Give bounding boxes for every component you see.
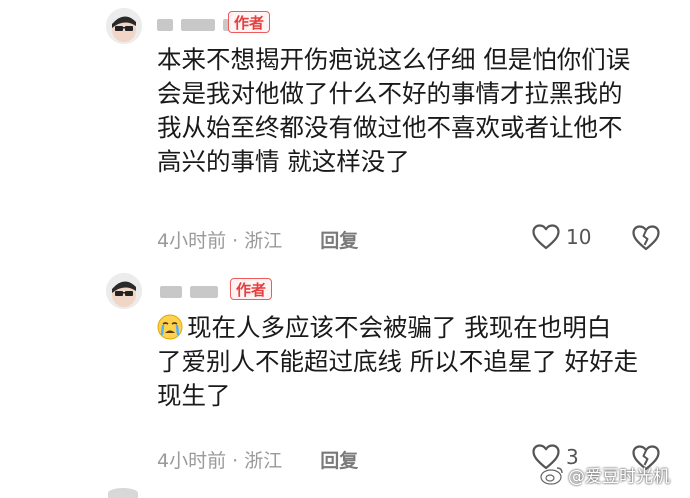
- comment-line: 现生了: [157, 381, 231, 410]
- comment-line: 会是我对他做了什么不好的事情才拉黑我的: [157, 79, 623, 108]
- avatar[interactable]: [106, 273, 142, 309]
- comment-meta: 4小时前 · 浙江 回复: [157, 226, 358, 253]
- comment-text: 本来不想揭开伤疤说这么仔细 但是怕你们误 会是我对他做了什么不好的事情才拉黑我的…: [157, 43, 677, 179]
- reply-button[interactable]: 回复: [320, 226, 358, 253]
- comment-line: 本来不想揭开伤疤说这么仔细 但是怕你们误: [157, 45, 631, 74]
- weibo-icon: [540, 466, 563, 485]
- comment-item: 作者 现在人多应该不会被骗了 我现在也明白 了爱别人不能超过底线 所以不追星了 …: [0, 262, 690, 493]
- author-badge: 作者: [228, 11, 271, 33]
- comment-meta: 4小时前 · 浙江 回复: [157, 446, 358, 473]
- comment-item: 作者 本来不想揭开伤疤说这么仔细 但是怕你们误 会是我对他做了什么不好的事情才拉…: [0, 0, 690, 262]
- dislike-button[interactable]: [632, 225, 660, 255]
- comment-text: 现在人多应该不会被骗了 我现在也明白 了爱别人不能超过底线 所以不追星了 好好走…: [157, 311, 677, 413]
- avatar-image: [106, 273, 142, 309]
- reply-button[interactable]: 回复: [320, 446, 358, 473]
- like-button[interactable]: 10: [532, 224, 591, 250]
- comment-line: 我从始至终都没有做过他不喜欢或者让他不: [157, 113, 623, 142]
- username-redacted[interactable]: [157, 18, 235, 32]
- avatar[interactable]: [108, 488, 138, 498]
- comment-line: 现在人多应该不会被骗了 我现在也明白: [157, 311, 677, 345]
- author-badge: 作者: [230, 278, 273, 300]
- time-location: 4小时前 · 浙江: [157, 450, 283, 472]
- time-location: 4小时前 · 浙江: [157, 230, 283, 252]
- crying-face-icon: [157, 314, 183, 340]
- like-count: 10: [566, 225, 592, 249]
- watermark: @爱豆时光机: [540, 462, 670, 487]
- comment-line: 高兴的事情 就这样没了: [157, 147, 410, 176]
- comment-line-text: 现在人多应该不会被骗了 我现在也明白: [187, 313, 612, 342]
- watermark-text: @爱豆时光机: [568, 467, 670, 487]
- avatar[interactable]: [106, 8, 142, 44]
- avatar-image: [106, 8, 142, 44]
- broken-heart-icon: [632, 225, 660, 251]
- comment-line: 了爱别人不能超过底线 所以不追星了 好好走: [157, 347, 639, 376]
- username-redacted[interactable]: [160, 285, 218, 299]
- heart-outline-icon: [532, 224, 560, 250]
